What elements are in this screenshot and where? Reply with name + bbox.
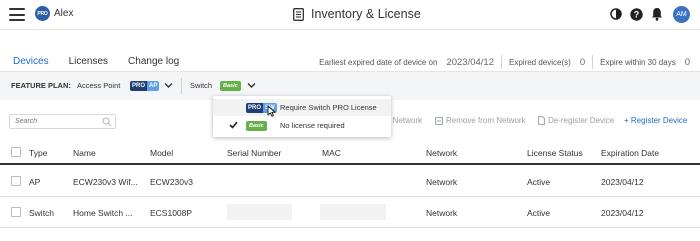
dropdown-option-switch-pro[interactable]: PRO SW Require Switch PRO License: [213, 99, 391, 116]
pro-badge-text: PRO: [246, 103, 264, 113]
table-row[interactable]: AP ECW230v3 Wif... ECW230v3 Network Acti…: [0, 167, 700, 197]
dropdown-option-label: No license required: [280, 121, 345, 130]
theme-contrast-icon[interactable]: [610, 8, 622, 20]
switch-basic-badge[interactable]: Basic: [220, 81, 241, 91]
column-header-type[interactable]: Type: [29, 148, 47, 158]
divider: [501, 55, 502, 69]
chevron-down-icon[interactable]: [247, 82, 256, 89]
divider: [181, 78, 182, 94]
access-point-label: Access Point: [77, 81, 121, 90]
cell-network[interactable]: Network: [426, 208, 457, 218]
page-title: Inventory & License: [311, 7, 421, 21]
menu-icon[interactable]: [9, 8, 25, 21]
cell-type: Switch: [29, 208, 55, 218]
document-icon: [538, 116, 545, 125]
top-bar: PRO Alex Inventory & License ? AM: [0, 0, 700, 30]
cell-name[interactable]: ECW230v3 Wif...: [73, 177, 138, 187]
column-header-model[interactable]: Model: [150, 148, 173, 158]
org-badge[interactable]: PRO: [35, 6, 50, 21]
remove-from-network-button[interactable]: Remove from Network: [435, 116, 526, 125]
page-title-group: Inventory & License: [293, 6, 421, 22]
cell-model: ECW230v3: [150, 177, 193, 187]
basic-badge: Basic: [246, 121, 267, 131]
cell-network[interactable]: Network: [426, 177, 457, 187]
select-all-checkbox[interactable]: [11, 147, 21, 157]
move-to-network-button[interactable]: o Network: [386, 116, 422, 125]
register-device-label: + Register Device: [624, 116, 688, 125]
top-icons: ? AM: [602, 5, 690, 23]
cell-name[interactable]: Home Switch ...: [73, 208, 133, 218]
cell-expiration: 2023/04/12: [601, 208, 644, 218]
checkmark-icon: [229, 121, 238, 129]
mouse-cursor-icon: [267, 105, 276, 117]
move-to-network-label: o Network: [386, 116, 423, 125]
search-field[interactable]: [9, 114, 116, 129]
cell-license-status: Active: [527, 208, 551, 218]
expire-30-days-label: Expire within 30 days: [600, 57, 676, 67]
register-device-button[interactable]: + Register Device: [624, 116, 687, 125]
column-header-license-status[interactable]: License Status: [527, 148, 583, 158]
chevron-down-icon[interactable]: [164, 82, 173, 89]
cell-type: AP: [29, 177, 41, 187]
cell-expiration: 2023/04/12: [601, 177, 644, 187]
switch-license-dropdown: PRO SW Require Switch PRO License Basic …: [213, 96, 391, 137]
ap-pro-badge[interactable]: PRO AP: [130, 81, 160, 91]
org-name[interactable]: Alex: [54, 8, 73, 19]
dropdown-option-basic[interactable]: Basic No license required: [213, 117, 391, 134]
remove-from-network-label: Remove from Network: [446, 116, 526, 125]
notification-bell-icon[interactable]: [651, 7, 663, 21]
search-icon: [102, 117, 112, 127]
row-checkbox[interactable]: [11, 176, 21, 186]
help-icon[interactable]: ?: [630, 7, 643, 21]
ap-badge-text: AP: [147, 81, 160, 91]
divider: [592, 55, 594, 69]
deregister-device-button[interactable]: De-register Device: [538, 116, 614, 125]
row-checkbox[interactable]: [11, 207, 21, 217]
redacted-mac: [320, 204, 386, 220]
table-header: Type Name Model Serial Number MAC Networ…: [0, 141, 700, 165]
search-input[interactable]: [15, 118, 105, 125]
dropdown-option-label: Require Switch PRO License: [280, 103, 377, 112]
expired-devices-value: 0: [579, 56, 586, 68]
table-row[interactable]: Switch Home Switch ... ECS1008P Network …: [0, 198, 700, 228]
column-header-network[interactable]: Network: [426, 148, 457, 158]
redacted-serial-number: [227, 204, 292, 220]
column-header-mac[interactable]: MAC: [322, 148, 341, 158]
earliest-expired-value: 2023/04/12: [446, 56, 494, 68]
column-header-name[interactable]: Name: [73, 148, 96, 158]
svg-text:?: ?: [634, 9, 640, 19]
feature-plan-label: FEATURE PLAN:: [11, 81, 71, 90]
earliest-expired-label: Earliest expired date of device on: [319, 57, 438, 67]
switch-label: Switch: [190, 81, 213, 90]
deregister-device-label: De-register Device: [548, 116, 615, 125]
expire-30-days-value: 0: [684, 56, 690, 68]
cell-license-status: Active: [527, 177, 551, 187]
pro-badge-text: PRO: [130, 81, 148, 91]
avatar[interactable]: AM: [673, 5, 690, 23]
inventory-icon: [293, 7, 304, 21]
license-summary: Earliest expired date of device on 2023/…: [319, 55, 690, 69]
column-header-expiration[interactable]: Expiration Date: [601, 148, 659, 158]
expired-devices-label: Expired device(s): [509, 57, 571, 67]
remove-icon: [435, 116, 443, 125]
cell-model: ECS1008P: [150, 208, 193, 218]
column-header-serial[interactable]: Serial Number: [227, 148, 281, 158]
